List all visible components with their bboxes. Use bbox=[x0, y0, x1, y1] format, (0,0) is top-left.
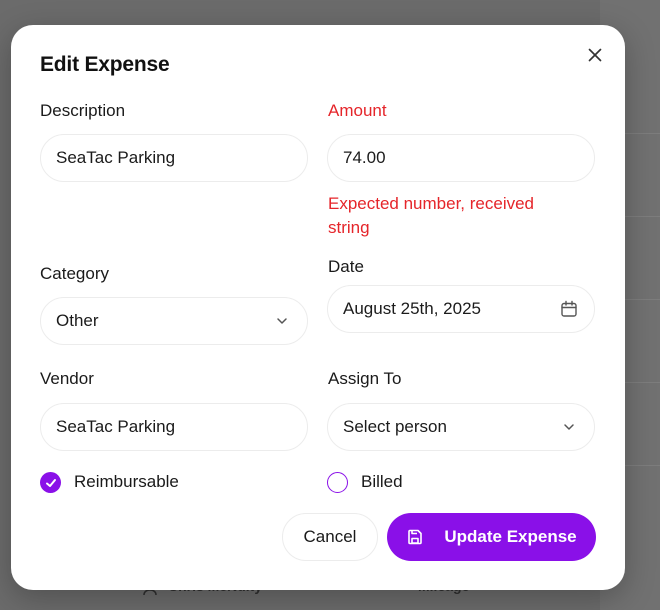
cancel-button[interactable]: Cancel bbox=[282, 513, 378, 561]
description-value: SeaTac Parking bbox=[56, 148, 176, 167]
amount-label: Amount bbox=[328, 101, 387, 120]
reimbursable-label: Reimbursable bbox=[74, 472, 179, 491]
category-label: Category bbox=[40, 264, 109, 283]
checkmark-icon bbox=[45, 477, 57, 489]
category-select[interactable]: Other bbox=[40, 297, 308, 345]
description-label: Description bbox=[40, 101, 126, 120]
calendar-icon bbox=[559, 299, 579, 319]
save-icon bbox=[406, 528, 424, 546]
date-picker[interactable]: August 25th, 2025 bbox=[327, 285, 595, 333]
amount-value: 74.00 bbox=[343, 148, 386, 167]
update-expense-label: Update Expense bbox=[444, 527, 577, 546]
vendor-input[interactable]: SeaTac Parking bbox=[40, 403, 308, 451]
dialog-title: Edit Expense bbox=[40, 53, 170, 76]
assign-to-select[interactable]: Select person bbox=[327, 403, 595, 451]
category-value: Other bbox=[56, 311, 99, 330]
amount-input[interactable]: 74.00 bbox=[327, 134, 595, 182]
amount-error-message: Expected number, received string bbox=[328, 194, 535, 237]
billed-checkbox[interactable] bbox=[327, 472, 348, 493]
chevron-down-icon bbox=[559, 417, 579, 437]
cancel-button-label: Cancel bbox=[303, 527, 357, 546]
date-label: Date bbox=[328, 257, 364, 276]
billed-label: Billed bbox=[361, 472, 403, 491]
vendor-value: SeaTac Parking bbox=[56, 417, 176, 436]
close-button[interactable] bbox=[583, 43, 607, 67]
close-icon bbox=[588, 48, 602, 62]
reimbursable-checkbox[interactable] bbox=[40, 472, 61, 493]
date-value: August 25th, 2025 bbox=[343, 299, 482, 318]
update-expense-button[interactable]: Update Expense bbox=[387, 513, 596, 561]
assign-to-value: Select person bbox=[343, 417, 447, 436]
assign-to-label: Assign To bbox=[328, 369, 402, 388]
description-input[interactable]: SeaTac Parking bbox=[40, 134, 308, 182]
vendor-label: Vendor bbox=[40, 369, 94, 388]
chevron-down-icon bbox=[272, 311, 292, 331]
